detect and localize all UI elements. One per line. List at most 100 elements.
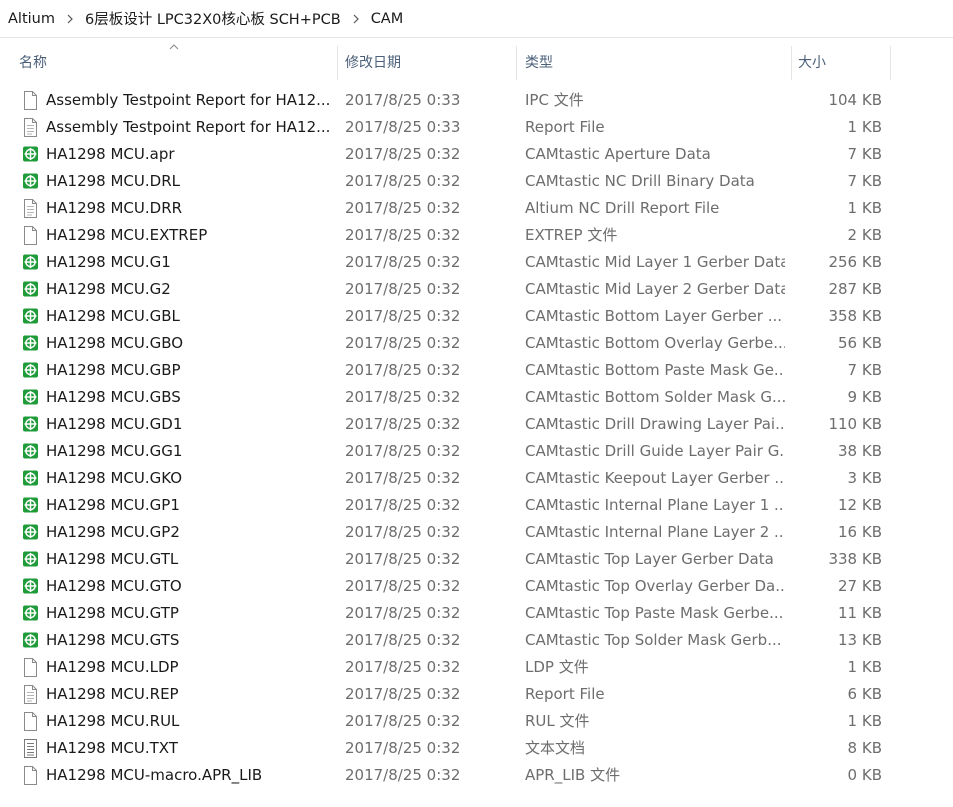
file-size: 1 KB — [847, 658, 882, 676]
file-row[interactable]: HA1298 MCU.DRL 2017/8/25 0:32 CAMtastic NC… — [0, 168, 953, 195]
camtastic-file-icon — [22, 442, 39, 461]
camtastic-file-icon — [22, 496, 39, 515]
camtastic-file-icon — [22, 550, 39, 569]
file-row[interactable]: HA1298 MCU.RUL 2017/8/25 0:32 RUL 文件 1 KB — [0, 708, 953, 735]
camtastic-file-icon — [22, 253, 39, 272]
file-row[interactable]: Assembly Testpoint Report for HA12... 201… — [0, 114, 953, 141]
file-row[interactable]: HA1298 MCU.GG1 2017/8/25 0:32 CAMtastic Dr… — [0, 438, 953, 465]
file-date: 2017/8/25 0:32 — [345, 631, 461, 649]
file-date: 2017/8/25 0:33 — [345, 91, 461, 109]
chevron-right-icon[interactable] — [347, 14, 365, 24]
file-row[interactable]: HA1298 MCU-macro.APR_LIB 2017/8/25 0:32 AP… — [0, 762, 953, 789]
file-row[interactable]: HA1298 MCU.GTO 2017/8/25 0:32 CAMtastic To… — [0, 573, 953, 600]
file-row[interactable]: HA1298 MCU.GP2 2017/8/25 0:32 CAMtastic In… — [0, 519, 953, 546]
file-date: 2017/8/25 0:32 — [345, 766, 461, 784]
breadcrumb-item-altium[interactable]: Altium — [0, 11, 61, 27]
file-row[interactable]: HA1298 MCU.GTP 2017/8/25 0:32 CAMtastic To… — [0, 600, 953, 627]
column-header-name[interactable]: 名称 — [19, 42, 47, 82]
file-name: HA1298 MCU.LDP — [46, 658, 179, 676]
file-name: HA1298 MCU.DRR — [46, 199, 183, 217]
file-row[interactable]: HA1298 MCU.EXTREP 2017/8/25 0:32 EXTREP 文件… — [0, 222, 953, 249]
blank-file-icon — [22, 766, 39, 785]
file-size: 38 KB — [838, 442, 882, 460]
report-file-icon — [22, 199, 39, 218]
file-row[interactable]: HA1298 MCU.GBL 2017/8/25 0:32 CAMtastic Bo… — [0, 303, 953, 330]
file-row[interactable]: HA1298 MCU.GBS 2017/8/25 0:32 CAMtastic Bo… — [0, 384, 953, 411]
file-date: 2017/8/25 0:32 — [345, 442, 461, 460]
file-type: Altium NC Drill Report File — [525, 199, 720, 217]
column-divider[interactable] — [516, 46, 517, 80]
chevron-right-icon[interactable] — [61, 14, 79, 24]
file-type: CAMtastic Bottom Paste Mask Ge... — [525, 361, 785, 379]
column-header-date[interactable]: 修改日期 — [345, 42, 401, 82]
file-type: LDP 文件 — [525, 658, 589, 676]
breadcrumb-item-project[interactable]: 6层板设计 LPC32X0核心板 SCH+PCB — [79, 8, 347, 29]
column-divider[interactable] — [337, 46, 338, 80]
file-size: 11 KB — [838, 604, 882, 622]
file-size: 110 KB — [828, 415, 882, 433]
column-divider[interactable] — [890, 46, 891, 80]
file-type: 文本文档 — [525, 739, 586, 757]
camtastic-file-icon — [22, 280, 39, 299]
file-size: 12 KB — [838, 496, 882, 514]
file-size: 256 KB — [828, 253, 882, 271]
file-size: 7 KB — [847, 361, 882, 379]
file-row[interactable]: HA1298 MCU.GTS 2017/8/25 0:32 CAMtastic To… — [0, 627, 953, 654]
file-type: Report File — [525, 685, 605, 703]
file-row[interactable]: HA1298 MCU.G2 2017/8/25 0:32 CAMtastic Mid… — [0, 276, 953, 303]
file-type: CAMtastic NC Drill Binary Data — [525, 172, 755, 190]
file-date: 2017/8/25 0:32 — [345, 658, 461, 676]
file-name: Assembly Testpoint Report for HA12... — [46, 118, 331, 136]
file-size: 7 KB — [847, 172, 882, 190]
file-row[interactable]: HA1298 MCU.apr 2017/8/25 0:32 CAMtastic Ap… — [0, 141, 953, 168]
camtastic-file-icon — [22, 172, 39, 191]
file-name: HA1298 MCU.TXT — [46, 739, 178, 757]
file-type: CAMtastic Bottom Solder Mask G... — [525, 388, 785, 406]
file-row[interactable]: HA1298 MCU.GP1 2017/8/25 0:32 CAMtastic In… — [0, 492, 953, 519]
file-date: 2017/8/25 0:32 — [345, 280, 461, 298]
column-divider[interactable] — [791, 46, 792, 80]
file-row[interactable]: HA1298 MCU.GKO 2017/8/25 0:32 CAMtastic Ke… — [0, 465, 953, 492]
camtastic-file-icon — [22, 334, 39, 353]
file-row[interactable]: HA1298 MCU.GTL 2017/8/25 0:32 CAMtastic To… — [0, 546, 953, 573]
file-row[interactable]: HA1298 MCU.LDP 2017/8/25 0:32 LDP 文件 1 KB — [0, 654, 953, 681]
file-date: 2017/8/25 0:32 — [345, 685, 461, 703]
breadcrumb-item-cam[interactable]: CAM — [365, 11, 410, 27]
file-row[interactable]: HA1298 MCU.GD1 2017/8/25 0:32 CAMtastic Dr… — [0, 411, 953, 438]
file-row[interactable]: HA1298 MCU.GBO 2017/8/25 0:32 CAMtastic Bo… — [0, 330, 953, 357]
file-row[interactable]: HA1298 MCU.TXT 2017/8/25 0:32 文本文档 8 KB — [0, 735, 953, 762]
file-type: CAMtastic Drill Guide Layer Pair G... — [525, 442, 785, 460]
file-size: 0 KB — [847, 766, 882, 784]
camtastic-file-icon — [22, 145, 39, 164]
file-size: 1 KB — [847, 199, 882, 217]
file-name: HA1298 MCU.GTL — [46, 550, 179, 568]
file-row[interactable]: Assembly Testpoint Report for HA12... 201… — [0, 87, 953, 114]
file-type: CAMtastic Drill Drawing Layer Pai... — [525, 415, 785, 433]
file-name: HA1298 MCU.apr — [46, 145, 175, 163]
file-date: 2017/8/25 0:32 — [345, 739, 461, 757]
file-size: 3 KB — [847, 469, 882, 487]
file-type: CAMtastic Mid Layer 1 Gerber Data — [525, 253, 785, 271]
file-name: HA1298 MCU.GBL — [46, 307, 180, 325]
column-header-type[interactable]: 类型 — [525, 42, 553, 82]
report-file-icon — [22, 118, 39, 137]
report-file-icon — [22, 685, 39, 704]
file-type: CAMtastic Top Paste Mask Gerbe... — [525, 604, 784, 622]
file-size: 8 KB — [847, 739, 882, 757]
file-name: Assembly Testpoint Report for HA12... — [46, 91, 331, 109]
file-name: HA1298 MCU.GP1 — [46, 496, 180, 514]
file-name: HA1298 MCU.GBS — [46, 388, 181, 406]
file-type: CAMtastic Top Solder Mask Gerb... — [525, 631, 782, 649]
column-header-size[interactable]: 大小 — [798, 42, 826, 82]
file-name: HA1298 MCU.GBO — [46, 334, 184, 352]
file-date: 2017/8/25 0:32 — [345, 415, 461, 433]
file-row[interactable]: HA1298 MCU.G1 2017/8/25 0:32 CAMtastic Mid… — [0, 249, 953, 276]
file-row[interactable]: HA1298 MCU.DRR 2017/8/25 0:32 Altium NC Dr… — [0, 195, 953, 222]
file-name: HA1298 MCU.RUL — [46, 712, 180, 730]
file-row[interactable]: HA1298 MCU.GBP 2017/8/25 0:32 CAMtastic Bo… — [0, 357, 953, 384]
file-row[interactable]: HA1298 MCU.REP 2017/8/25 0:32 Report File 6… — [0, 681, 953, 708]
file-name: HA1298 MCU.GG1 — [46, 442, 183, 460]
file-type: CAMtastic Bottom Layer Gerber ... — [525, 307, 783, 325]
file-type: CAMtastic Internal Plane Layer 2 ... — [525, 523, 785, 541]
text-file-icon — [22, 739, 39, 758]
